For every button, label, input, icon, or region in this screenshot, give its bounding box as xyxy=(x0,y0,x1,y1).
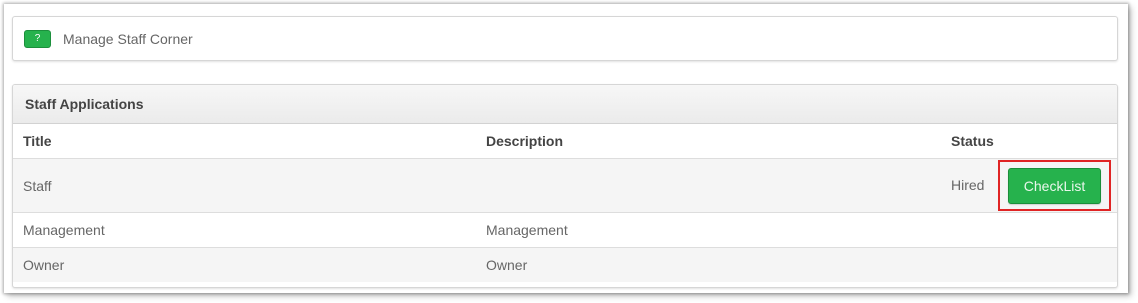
help-button[interactable]: ? xyxy=(24,29,51,48)
cell-title: Owner xyxy=(13,247,476,282)
window-frame: ? Manage Staff Corner Staff Applications… xyxy=(4,4,1128,293)
column-header-status: Status xyxy=(941,124,1117,159)
cell-title: Management xyxy=(13,212,476,248)
table-row: Owner Owner xyxy=(13,247,1117,282)
help-panel-title: Manage Staff Corner xyxy=(63,30,193,47)
panel-title: Staff Applications xyxy=(25,96,144,112)
status-wrap: Hired CheckList xyxy=(951,160,1111,211)
table-row: Staff Hired CheckList xyxy=(13,158,1117,213)
column-header-title: Title xyxy=(13,124,476,159)
column-header-description: Description xyxy=(476,124,941,159)
staff-applications-panel: Staff Applications Title Description Sta… xyxy=(12,84,1118,288)
cell-description xyxy=(476,158,941,213)
cell-title: Staff xyxy=(13,158,476,213)
checklist-button[interactable]: CheckList xyxy=(1008,168,1101,204)
cell-description: Management xyxy=(476,212,941,248)
cell-status xyxy=(941,247,1117,282)
table-row: Management Management xyxy=(13,212,1117,248)
help-panel: ? Manage Staff Corner xyxy=(12,16,1118,61)
cell-status: Hired CheckList xyxy=(941,158,1117,213)
checklist-highlight-box: CheckList xyxy=(998,160,1111,211)
panel-heading: Staff Applications xyxy=(13,85,1117,124)
cell-description: Owner xyxy=(476,247,941,282)
applications-table: Title Description Status Staff Hired Che… xyxy=(13,124,1117,282)
table-header-row: Title Description Status xyxy=(13,124,1117,159)
status-text: Hired xyxy=(951,176,985,193)
cell-status xyxy=(941,212,1117,248)
